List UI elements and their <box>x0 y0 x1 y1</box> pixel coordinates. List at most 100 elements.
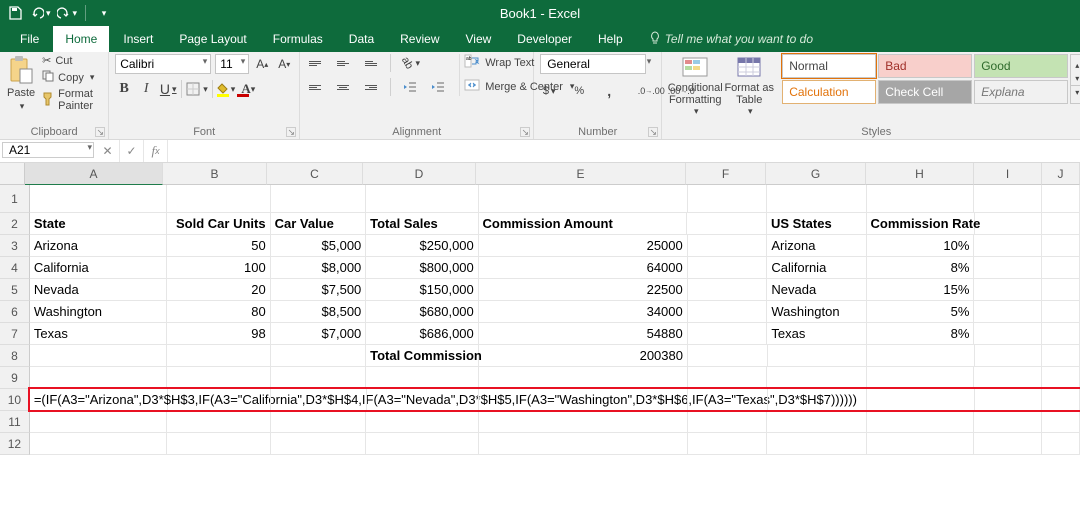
cell-G6[interactable]: Washington <box>767 301 867 323</box>
styles-gallery-more[interactable]: ▴▾▾ <box>1070 54 1080 104</box>
cell-D12[interactable] <box>366 433 478 455</box>
cell-I1[interactable] <box>974 185 1042 213</box>
tab-formulas[interactable]: Formulas <box>261 26 335 52</box>
cell-E11[interactable] <box>479 411 688 433</box>
cell-J7[interactable] <box>1042 323 1080 345</box>
cell-C2[interactable]: Car Value <box>271 213 367 235</box>
cell-F2[interactable] <box>687 213 767 235</box>
cell-D10[interactable] <box>367 389 479 411</box>
tab-data[interactable]: Data <box>337 26 386 52</box>
format-painter-button[interactable]: Format Painter <box>42 88 102 112</box>
cell-E7[interactable]: 54880 <box>479 323 688 345</box>
cell-C1[interactable] <box>271 185 367 213</box>
tab-file[interactable]: File <box>8 26 51 52</box>
cell-A4[interactable]: California <box>30 257 167 279</box>
cell-F5[interactable] <box>688 279 768 301</box>
cell-G1[interactable] <box>767 185 867 213</box>
cell-B4[interactable]: 100 <box>167 257 271 279</box>
cell-C4[interactable]: $8,000 <box>271 257 367 279</box>
cell-B8[interactable] <box>167 345 270 367</box>
cell-C7[interactable]: $7,000 <box>271 323 367 345</box>
cell-B12[interactable] <box>167 433 271 455</box>
column-header-I[interactable]: I <box>974 163 1042 185</box>
row-header-9[interactable]: 9 <box>0 367 30 389</box>
cell-H12[interactable] <box>867 433 975 455</box>
increase-decimal-button[interactable]: .0→.00 <box>642 82 660 100</box>
cell-A8[interactable] <box>30 345 167 367</box>
copy-button[interactable]: Copy ▾ <box>42 70 102 85</box>
redo-icon[interactable]: ▾ <box>57 4 78 22</box>
tab-page-layout[interactable]: Page Layout <box>167 26 258 52</box>
tab-home[interactable]: Home <box>53 26 109 52</box>
cell-B6[interactable]: 80 <box>167 301 271 323</box>
tell-me-search[interactable]: Tell me what you want to do <box>637 26 825 52</box>
paste-button[interactable]: Paste ▾ <box>6 54 36 113</box>
column-header-B[interactable]: B <box>163 163 267 185</box>
cell-I11[interactable] <box>974 411 1042 433</box>
conditional-formatting-button[interactable]: Conditional Formatting▾ <box>668 54 722 117</box>
cell-G10[interactable] <box>768 389 867 411</box>
cell-A7[interactable]: Texas <box>30 323 167 345</box>
cancel-formula-button[interactable]: ✕ <box>96 140 120 162</box>
cell-H7[interactable]: 8% <box>867 323 975 345</box>
column-header-E[interactable]: E <box>476 163 686 185</box>
row-header-5[interactable]: 5 <box>0 279 30 301</box>
dialog-launcher-clipboard[interactable]: ↘ <box>95 127 105 137</box>
cell-B2[interactable]: Sold Car Units <box>167 213 270 235</box>
cell-I7[interactable] <box>974 323 1042 345</box>
orientation-button[interactable]: ab ▾ <box>401 54 420 72</box>
cell-D5[interactable]: $150,000 <box>366 279 478 301</box>
cell-A11[interactable] <box>30 411 167 433</box>
cell-C10[interactable] <box>271 389 367 411</box>
cell-H11[interactable] <box>867 411 975 433</box>
style-bad[interactable]: Bad <box>878 54 972 78</box>
cell-H2[interactable]: Commission Rate <box>867 213 975 235</box>
cell-C11[interactable] <box>271 411 367 433</box>
cell-G9[interactable] <box>767 367 867 389</box>
cell-I12[interactable] <box>974 433 1042 455</box>
style-explanatory[interactable]: Explana <box>974 80 1068 104</box>
cell-styles-gallery[interactable]: Normal Bad Good Calculation Check Cell E… <box>782 54 1068 104</box>
cell-I5[interactable] <box>974 279 1042 301</box>
cell-J12[interactable] <box>1042 433 1080 455</box>
cell-G8[interactable] <box>768 345 867 367</box>
tab-review[interactable]: Review <box>388 26 451 52</box>
column-header-J[interactable]: J <box>1042 163 1080 185</box>
cell-H6[interactable]: 5% <box>867 301 975 323</box>
cell-I9[interactable] <box>974 367 1042 389</box>
cell-J2[interactable] <box>1042 213 1080 235</box>
cell-E10[interactable] <box>479 389 688 411</box>
cell-E3[interactable]: 25000 <box>479 235 688 257</box>
cell-F1[interactable] <box>688 185 768 213</box>
cell-F8[interactable] <box>688 345 768 367</box>
cell-E2[interactable]: Commission Amount <box>479 213 688 235</box>
cell-C3[interactable]: $5,000 <box>271 235 367 257</box>
cell-C9[interactable] <box>271 367 367 389</box>
cell-D8[interactable]: Total Commission <box>366 345 479 367</box>
column-header-G[interactable]: G <box>766 163 866 185</box>
cell-F6[interactable] <box>688 301 768 323</box>
dialog-launcher-number[interactable]: ↘ <box>648 127 658 137</box>
cell-E5[interactable]: 22500 <box>479 279 688 301</box>
cell-H10[interactable] <box>867 389 974 411</box>
cell-F9[interactable] <box>688 367 768 389</box>
cell-J5[interactable] <box>1042 279 1080 301</box>
row-header-7[interactable]: 7 <box>0 323 30 345</box>
cell-H4[interactable]: 8% <box>867 257 975 279</box>
cell-I4[interactable] <box>974 257 1042 279</box>
column-header-A[interactable]: A <box>25 163 163 185</box>
cell-A9[interactable] <box>30 367 167 389</box>
column-header-C[interactable]: C <box>267 163 363 185</box>
cell-C12[interactable] <box>271 433 367 455</box>
select-all-corner[interactable] <box>0 163 25 185</box>
cell-F3[interactable] <box>688 235 768 257</box>
cell-D11[interactable] <box>366 411 478 433</box>
cell-C5[interactable]: $7,500 <box>271 279 367 301</box>
cell-G5[interactable]: Nevada <box>767 279 867 301</box>
cut-button[interactable]: ✂Cut <box>42 54 102 67</box>
style-check-cell[interactable]: Check Cell <box>878 80 972 104</box>
cell-I8[interactable] <box>975 345 1043 367</box>
row-header-4[interactable]: 4 <box>0 257 30 279</box>
cell-A12[interactable] <box>30 433 167 455</box>
cell-A10[interactable]: =(IF(A3="Arizona",D3*$H$3,IF(A3="Califor… <box>30 389 168 411</box>
